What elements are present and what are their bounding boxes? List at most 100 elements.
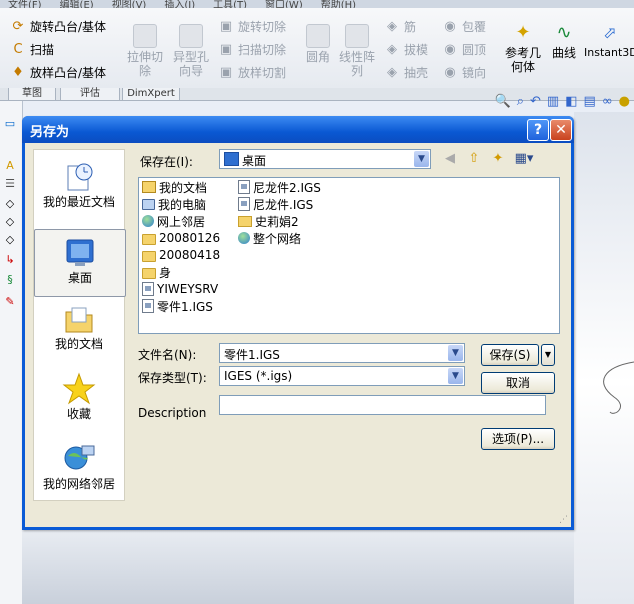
instant3d-button[interactable]: ⬀ Instant3D xyxy=(584,22,634,60)
loft-cut-icon: ▣ xyxy=(219,65,233,80)
place-favorites[interactable]: 收藏 xyxy=(34,372,124,421)
place-network[interactable]: 我的网络邻居 xyxy=(34,442,124,491)
extrude-cut-button[interactable]: 拉伸切除 xyxy=(124,24,166,78)
rib-button[interactable]: ◈ 筋 xyxy=(384,18,416,35)
place-my-documents[interactable]: 我的文档 xyxy=(34,302,124,351)
description-field[interactable] xyxy=(219,395,546,415)
list-item[interactable]: 20080126 xyxy=(142,230,220,246)
dialog-title-bar[interactable]: 另存为 ? ✕ xyxy=(22,116,574,143)
scene-icon[interactable]: ● xyxy=(619,94,630,109)
sweep-cut-button[interactable]: ▣ 扫描切除 xyxy=(218,41,286,58)
list-item[interactable]: 整个网络 xyxy=(238,230,301,246)
file-name: 20080126 xyxy=(159,231,221,245)
right-plane-icon[interactable]: ◇ xyxy=(2,233,18,247)
up-folder-icon[interactable]: ⇧ xyxy=(465,150,483,168)
menu-insert[interactable]: 插入(I) xyxy=(164,0,195,11)
tab-sketch[interactable]: 草图 xyxy=(8,88,56,101)
linear-pattern-button[interactable]: 线性阵列 xyxy=(336,24,378,78)
save-options-arrow-icon[interactable]: ▼ xyxy=(541,344,555,366)
place-desktop[interactable]: 桌面 xyxy=(34,229,126,297)
chevron-down-icon[interactable]: ▼ xyxy=(448,345,463,361)
previous-view-icon[interactable]: ↶ xyxy=(530,94,541,109)
curves-button[interactable]: ∿ 曲线 xyxy=(548,22,580,60)
feature-icon[interactable]: § xyxy=(2,273,18,287)
menu-edit[interactable]: 编辑(E) xyxy=(60,0,94,11)
list-item[interactable]: 身 xyxy=(142,264,171,280)
loft-boss-button[interactable]: ♦ 放样凸台/基体 xyxy=(10,64,106,81)
tab-dimxpert[interactable]: DimXpert xyxy=(122,88,180,101)
file-name: 我的电脑 xyxy=(158,197,207,212)
origin-icon[interactable]: ↳ xyxy=(2,253,18,267)
close-button[interactable]: ✕ xyxy=(550,119,572,141)
list-item[interactable]: 史莉娟2 xyxy=(238,213,299,229)
place-recent-documents[interactable]: 我的最近文档 xyxy=(34,160,124,209)
list-item[interactable]: 网上邻居 xyxy=(142,213,205,229)
graphics-area[interactable] xyxy=(574,112,634,604)
cancel-button[interactable]: 取消 xyxy=(481,372,555,394)
list-item[interactable]: 我的文档 xyxy=(142,179,207,195)
file-name: 身 xyxy=(159,265,172,280)
display-style-icon[interactable]: ▤ xyxy=(584,94,596,109)
list-item[interactable]: 我的电脑 xyxy=(142,196,206,212)
material-icon[interactable]: ☰ xyxy=(2,177,18,191)
chevron-down-icon[interactable]: ▼ xyxy=(448,368,463,384)
help-button[interactable]: ? xyxy=(527,119,549,141)
annotations-icon[interactable]: A xyxy=(2,159,18,173)
list-item[interactable]: 尼龙件2.IGS xyxy=(238,179,321,195)
menu-window[interactable]: 窗口(W) xyxy=(265,0,303,11)
revolve-boss-button[interactable]: ⟳ 旋转凸台/基体 xyxy=(10,18,107,35)
mirror-label: 镜向 xyxy=(462,66,487,80)
menu-file[interactable]: 文件(F) xyxy=(8,0,42,11)
feature-ribbon: ⟳ 旋转凸台/基体 C 扫描 ♦ 放样凸台/基体 拉伸切除 异型孔向导 ▣ 旋转… xyxy=(0,8,634,89)
mirror-button[interactable]: ◉ 镜向 xyxy=(442,64,486,81)
igs-file-icon xyxy=(238,197,250,211)
filetype-dropdown[interactable]: IGES (*.igs) ▼ xyxy=(219,366,465,386)
save-button[interactable]: 保存(S) xyxy=(481,344,539,366)
zoom-to-fit-icon[interactable]: 🔍 xyxy=(495,94,511,109)
menu-view[interactable]: 视图(V) xyxy=(112,0,147,11)
feature-manager-icon[interactable]: ▭ xyxy=(2,117,18,131)
filename-input[interactable]: 零件1.IGS ▼ xyxy=(219,343,465,363)
front-plane-icon[interactable]: ◇ xyxy=(2,197,18,211)
draft-button[interactable]: ◈ 拔模 xyxy=(384,41,428,58)
wrap-button[interactable]: ◉ 包覆 xyxy=(442,18,486,35)
views-menu-icon[interactable]: ▦▾ xyxy=(511,150,537,168)
recent-documents-icon xyxy=(62,160,96,194)
zoom-area-icon[interactable]: ⌕ xyxy=(517,94,524,109)
new-folder-icon[interactable]: ✦ xyxy=(489,150,507,168)
sweep-button[interactable]: C 扫描 xyxy=(10,41,54,58)
file-name: 史莉娟2 xyxy=(255,214,299,229)
hole-wizard-button[interactable]: 异型孔向导 xyxy=(170,24,212,78)
loft-cut-button[interactable]: ▣ 放样切割 xyxy=(218,64,286,81)
folder-icon xyxy=(142,233,156,245)
sketch-icon[interactable]: ✎ xyxy=(2,295,18,309)
menu-tools[interactable]: 工具(T) xyxy=(213,0,247,11)
top-plane-icon[interactable]: ◇ xyxy=(2,215,18,229)
dome-button[interactable]: ◉ 圆顶 xyxy=(442,41,486,58)
tab-evaluate[interactable]: 评估 xyxy=(60,88,120,101)
reference-geometry-button[interactable]: ✦ 参考几何体 xyxy=(500,22,546,74)
shell-button[interactable]: ◈ 抽壳 xyxy=(384,64,428,81)
file-list[interactable]: 我的文档 我的电脑 网上邻居 20080126 20080418 身 YIWEY… xyxy=(138,177,560,334)
menu-help[interactable]: 帮助(H) xyxy=(321,0,356,11)
revolve-cut-icon: ▣ xyxy=(219,19,233,34)
filetype-value: IGES (*.igs) xyxy=(224,369,293,383)
instant3d-label: Instant3D xyxy=(584,46,634,59)
view-orientation-icon[interactable]: ◧ xyxy=(565,94,577,109)
options-button[interactable]: 选项(P)... xyxy=(481,428,555,450)
list-item[interactable]: 尼龙件.IGS xyxy=(238,196,313,212)
section-view-icon[interactable]: ▥ xyxy=(547,94,559,109)
shell-label: 抽壳 xyxy=(404,66,429,80)
save-in-dropdown[interactable]: 桌面 ▼ xyxy=(219,149,431,169)
back-icon[interactable]: ◀ xyxy=(441,150,459,168)
resize-grip-icon[interactable]: ⋰ xyxy=(559,515,569,525)
chevron-down-icon[interactable]: ▼ xyxy=(414,151,429,167)
list-item[interactable]: YIWEYSRV xyxy=(142,281,218,297)
fillet-button[interactable]: 圆角 xyxy=(300,24,336,64)
place-label: 桌面 xyxy=(67,271,92,285)
list-item[interactable]: 20080418 xyxy=(142,247,220,263)
list-item[interactable]: 零件1.IGS xyxy=(142,298,213,314)
hide-show-icon[interactable]: ∞ xyxy=(602,94,613,109)
revolve-cut-button[interactable]: ▣ 旋转切除 xyxy=(218,18,286,35)
revolve-cut-label: 旋转切除 xyxy=(238,20,287,34)
